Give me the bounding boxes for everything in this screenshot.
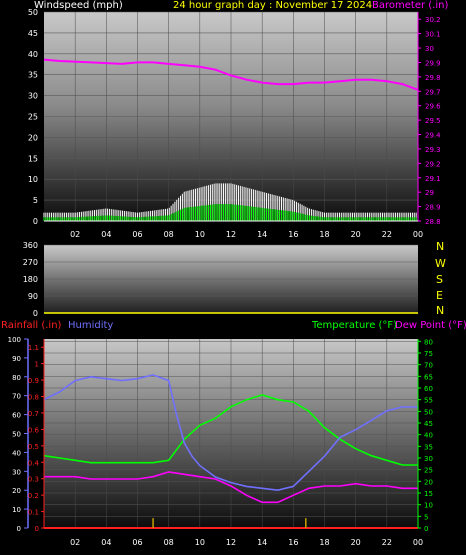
humidity-y-tick-label: 40 bbox=[12, 449, 21, 457]
wind-y-tick-label: 40 bbox=[28, 50, 38, 59]
wind-y-tick-label: 35 bbox=[28, 71, 38, 80]
temp-y-tick-label: 5 bbox=[424, 513, 428, 521]
barometer-y-tick-label: 29.8 bbox=[425, 74, 441, 82]
wind-y-tick-label: 20 bbox=[28, 133, 38, 142]
barometer-y-tick-label: 29.2 bbox=[425, 160, 441, 168]
temp-x-tick-label: 14 bbox=[257, 538, 267, 547]
barometer-y-tick-label: 29.4 bbox=[425, 132, 441, 140]
wind-x-tick-label: 16 bbox=[288, 230, 298, 239]
temp-y-tick-label: 55 bbox=[424, 397, 433, 405]
wind-x-tick-label: 20 bbox=[351, 230, 361, 239]
barometer-y-tick-label: 29.3 bbox=[425, 146, 441, 154]
barometer-y-tick-label: 29 bbox=[425, 189, 434, 197]
temp-x-tick-label: 06 bbox=[132, 538, 142, 547]
barometer-y-tick-label: 28.8 bbox=[425, 218, 441, 226]
temp-y-tick-label: 45 bbox=[424, 420, 433, 428]
rainfall-y-tick-label: 0.8 bbox=[28, 394, 39, 402]
wind-x-tick-label: 12 bbox=[226, 230, 236, 239]
wind-x-tick-label: 10 bbox=[195, 230, 205, 239]
humidity-y-tick-label: 100 bbox=[8, 336, 21, 344]
humidity-y-tick-label: 80 bbox=[12, 374, 21, 382]
weather-graph: 0510152025303540455028.828.92929.129.229… bbox=[8, 8, 442, 547]
wind-x-tick-label: 18 bbox=[319, 230, 329, 239]
temp-y-tick-label: 35 bbox=[424, 443, 433, 451]
direction-y-tick-label: 90 bbox=[28, 292, 38, 301]
rainfall-y-tick-label: 0 bbox=[35, 525, 39, 533]
wind-x-tick-label: 06 bbox=[132, 230, 142, 239]
humidity-y-tick-label: 50 bbox=[12, 431, 21, 439]
temp-x-tick-label: 12 bbox=[226, 538, 236, 547]
direction-y-tick-label: 0 bbox=[33, 309, 38, 318]
temp-x-tick-label: 20 bbox=[351, 538, 361, 547]
barometer-y-tick-label: 28.9 bbox=[425, 204, 441, 212]
wind-x-tick-label: 14 bbox=[257, 230, 267, 239]
humidity-y-tick-label: 10 bbox=[12, 506, 21, 514]
direction-y-tick-label: 270 bbox=[23, 258, 38, 267]
barometer-y-tick-label: 30.2 bbox=[425, 16, 441, 24]
barometer-y-tick-label: 29.9 bbox=[425, 59, 441, 67]
wind-y-tick-label: 5 bbox=[33, 196, 38, 205]
temp-y-tick-label: 25 bbox=[424, 467, 433, 475]
rainfall-y-tick-label: 0.3 bbox=[28, 476, 39, 484]
wind-y-tick-label: 45 bbox=[28, 29, 38, 38]
temp-y-tick-label: 65 bbox=[424, 373, 433, 381]
temp-y-tick-label: 15 bbox=[424, 490, 433, 498]
humidity-y-tick-label: 0 bbox=[17, 525, 21, 533]
wind-y-tick-label: 0 bbox=[33, 217, 38, 226]
rainfall-y-tick-label: 0.2 bbox=[28, 492, 39, 500]
temp-y-tick-label: 0 bbox=[424, 525, 428, 533]
barometer-y-tick-label: 29.5 bbox=[425, 117, 441, 125]
rainfall-y-tick-label: 0.1 bbox=[28, 509, 39, 517]
direction-y-tick-label: 180 bbox=[23, 275, 38, 284]
temp-x-tick-label: 18 bbox=[319, 538, 329, 547]
rainfall-y-tick-label: 0.7 bbox=[28, 410, 39, 418]
rainfall-y-tick-label: 1.1 bbox=[28, 344, 39, 352]
barometer-y-tick-label: 29.7 bbox=[425, 88, 441, 96]
humidity-y-tick-label: 70 bbox=[12, 393, 21, 401]
rainfall-y-tick-label: 0.4 bbox=[28, 459, 40, 467]
barometer-y-tick-label: 29.1 bbox=[425, 175, 441, 183]
temp-x-tick-label: 22 bbox=[382, 538, 392, 547]
temp-x-tick-label: 10 bbox=[195, 538, 205, 547]
wind-y-tick-label: 15 bbox=[28, 154, 38, 163]
rainfall-y-tick-label: 1 bbox=[35, 361, 39, 369]
wind-x-tick-label: 00 bbox=[413, 230, 423, 239]
wind-y-tick-label: 50 bbox=[28, 8, 38, 17]
temp-y-tick-label: 40 bbox=[424, 432, 433, 440]
barometer-y-tick-label: 29.6 bbox=[425, 103, 441, 111]
rainfall-y-tick-label: 0.9 bbox=[28, 377, 39, 385]
wind-y-tick-label: 25 bbox=[28, 113, 38, 122]
temp-x-tick-label: 04 bbox=[101, 538, 111, 547]
temp-x-tick-label: 16 bbox=[288, 538, 298, 547]
temp-y-tick-label: 60 bbox=[424, 385, 433, 393]
direction-y-tick-label: 360 bbox=[23, 241, 38, 250]
temp-y-tick-label: 50 bbox=[424, 408, 433, 416]
temp-y-tick-label: 80 bbox=[424, 338, 433, 346]
temp-x-tick-label: 08 bbox=[164, 538, 174, 547]
temp-y-tick-label: 70 bbox=[424, 362, 433, 370]
wind-x-tick-label: 22 bbox=[382, 230, 392, 239]
wind-y-tick-label: 30 bbox=[28, 92, 38, 101]
temp-x-tick-label: 00 bbox=[413, 538, 423, 547]
temp-y-tick-label: 30 bbox=[424, 455, 433, 463]
wind-x-tick-label: 04 bbox=[101, 230, 111, 239]
rainfall-y-tick-label: 0.5 bbox=[28, 443, 39, 451]
wind-x-tick-label: 08 bbox=[164, 230, 174, 239]
wind-y-tick-label: 10 bbox=[28, 175, 38, 184]
barometer-y-tick-label: 30.1 bbox=[425, 31, 441, 39]
barometer-y-tick-label: 30 bbox=[425, 45, 434, 53]
humidity-y-tick-label: 60 bbox=[12, 412, 21, 420]
temp-y-tick-label: 75 bbox=[424, 350, 433, 358]
humidity-y-tick-label: 20 bbox=[12, 487, 21, 495]
temp-y-tick-label: 10 bbox=[424, 502, 433, 510]
temp-y-tick-label: 20 bbox=[424, 478, 433, 486]
wind-x-tick-label: 02 bbox=[70, 230, 80, 239]
temp-x-tick-label: 02 bbox=[70, 538, 80, 547]
humidity-y-tick-label: 30 bbox=[12, 468, 21, 476]
rainfall-y-tick-label: 0.6 bbox=[28, 426, 40, 434]
humidity-y-tick-label: 90 bbox=[12, 355, 21, 363]
